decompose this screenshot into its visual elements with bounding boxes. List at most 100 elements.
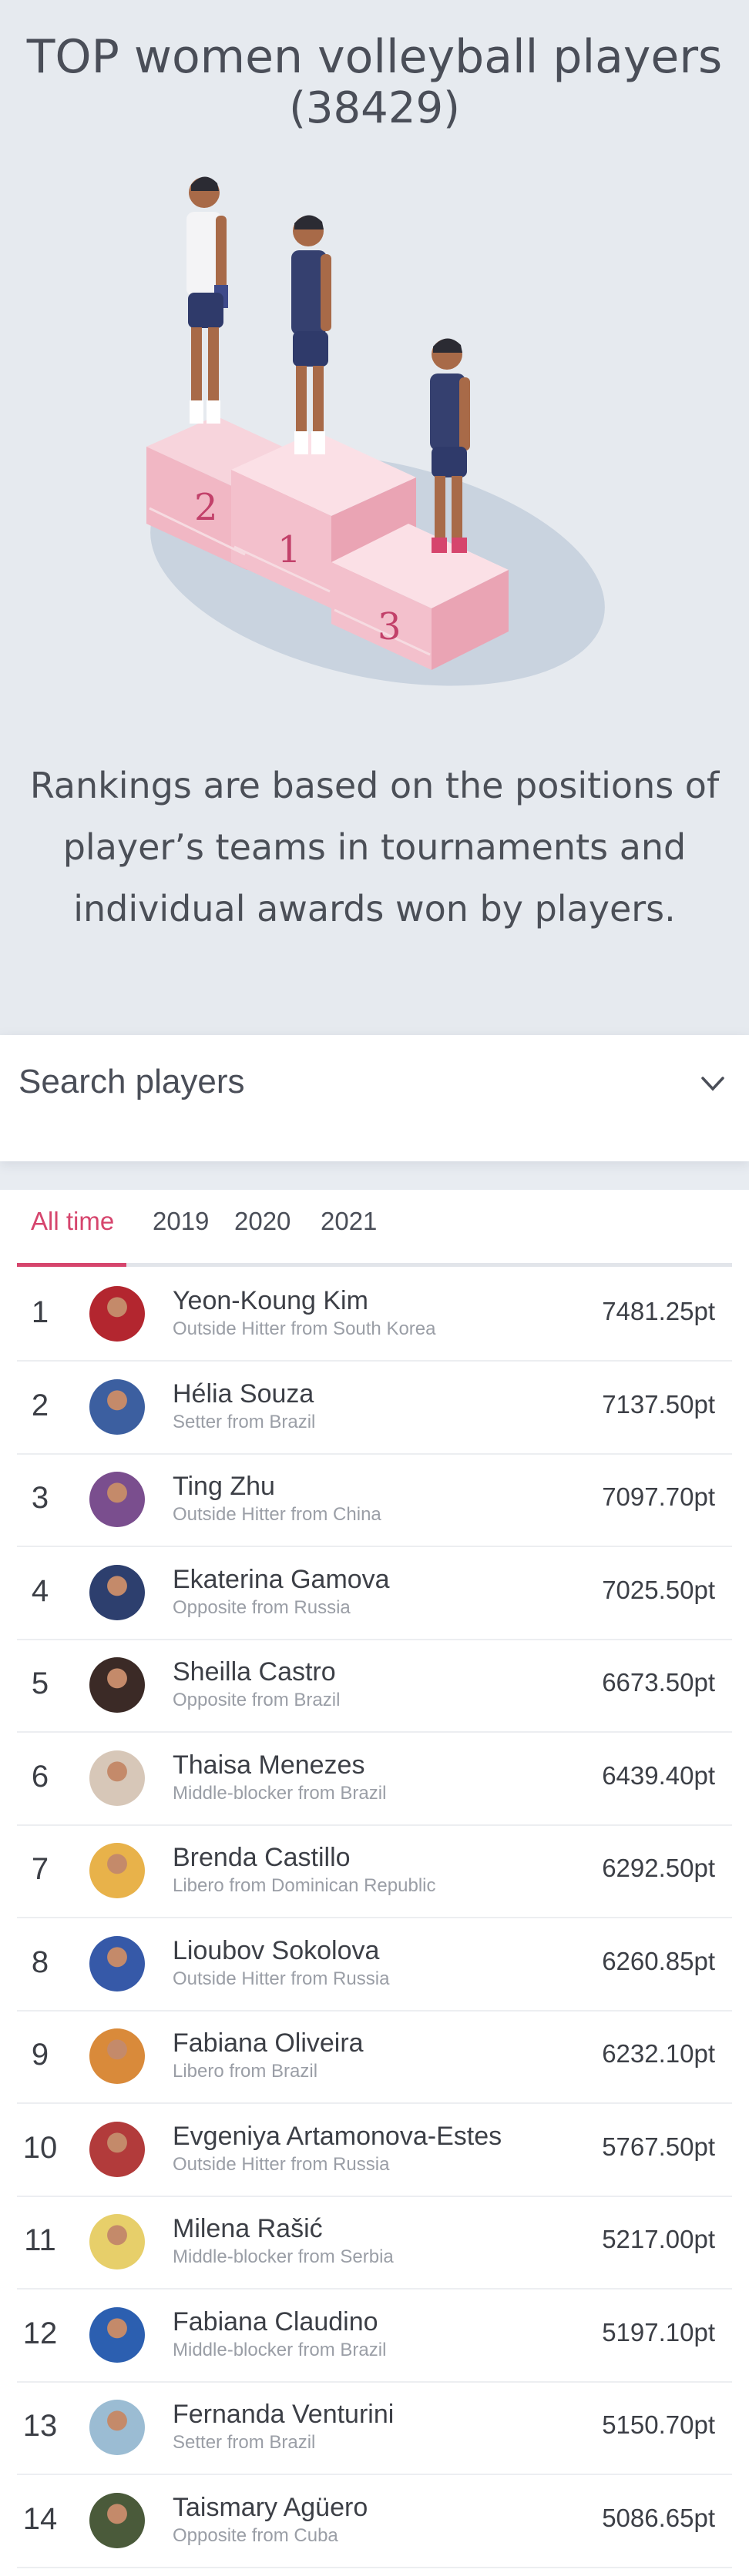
- player-row[interactable]: 11 Milena Rašić Middle-blocker from Serbia…: [17, 2196, 732, 2290]
- player-points: 7481.25pt: [602, 1297, 715, 1325]
- player-name[interactable]: Milena Rašić: [173, 2214, 323, 2244]
- player-points: 6232.10pt: [602, 2039, 715, 2068]
- player-name[interactable]: Ekaterina Gamova: [173, 1565, 390, 1595]
- player-avatar: [89, 1843, 145, 1898]
- player-row[interactable]: 7 Brenda Castillo Libero from Dominican Re…: [17, 1824, 732, 1918]
- player-rank: 2: [31, 1388, 49, 1422]
- player-avatar: [89, 2028, 145, 2084]
- player-name[interactable]: Ting Zhu: [173, 1472, 275, 1502]
- player-avatar: [89, 2492, 145, 2548]
- player-position-country: Setter from Brazil: [173, 2432, 316, 2453]
- player-row[interactable]: 13 Fernanda Venturini Setter from Brazil 51…: [17, 2381, 732, 2475]
- player-name[interactable]: Fabiana Claudino: [173, 2307, 378, 2337]
- player-rank: 1: [31, 1295, 49, 1329]
- page-title-text: TOP women volleyball players: [26, 30, 723, 84]
- player-row[interactable]: 9 Fabiana Oliveira Libero from Brazil 6232.…: [17, 2010, 732, 2104]
- player-name[interactable]: Yeon-Koung Kim: [173, 1286, 368, 1316]
- player-position-country: Middle-blocker from Brazil: [173, 2339, 387, 2360]
- player-points: 6292.50pt: [602, 1854, 715, 1882]
- player-position-country: Outside Hitter from South Korea: [173, 1318, 436, 1339]
- player-avatar: [89, 1378, 145, 1435]
- player-avatar: [89, 1286, 145, 1342]
- player-name[interactable]: Fernanda Venturini: [173, 2400, 394, 2430]
- player-rank: 10: [22, 2130, 58, 2165]
- player-avatar: [89, 1472, 145, 1527]
- player-figure-first: [291, 215, 331, 454]
- player-name[interactable]: Evgeniya Artamonova-Estes: [173, 2122, 502, 2152]
- player-position-country: Middle-blocker from Serbia: [173, 2246, 394, 2267]
- player-rank: 9: [31, 2038, 49, 2072]
- player-name[interactable]: Lioubov Sokolova: [173, 1936, 379, 1966]
- player-position-country: Libero from Brazil: [173, 2061, 318, 2082]
- player-position-country: Libero from Dominican Republic: [173, 1875, 436, 1896]
- player-points: 7137.50pt: [602, 1389, 715, 1419]
- tab-2019[interactable]: 2019: [153, 1207, 209, 1236]
- player-position-country: Outside Hitter from Russia: [173, 2153, 390, 2175]
- player-position-country: Outside Hitter from Russia: [173, 1968, 390, 1989]
- player-avatar: [89, 1564, 145, 1620]
- player-row[interactable]: 5 Sheilla Castro Opposite from Brazil 6673.…: [17, 1639, 732, 1733]
- player-count: (38429): [289, 83, 460, 133]
- player-points: 7097.70pt: [602, 1482, 715, 1511]
- tab-2020[interactable]: 2020: [234, 1207, 291, 1236]
- player-avatar: [89, 1657, 145, 1713]
- player-points: 5197.10pt: [602, 2317, 715, 2347]
- player-position-country: Outside Hitter from China: [173, 1504, 381, 1525]
- player-row[interactable]: 1 Yeon-Koung Kim Outside Hitter from South…: [17, 1268, 732, 1362]
- player-position-country: Middle-blocker from Brazil: [173, 1782, 387, 1804]
- player-rank: 8: [31, 1945, 49, 1979]
- player-avatar: [89, 1750, 145, 1806]
- tab-2021[interactable]: 2021: [321, 1207, 377, 1236]
- player-avatar: [89, 1935, 145, 1991]
- player-name[interactable]: Taismary Agüero: [173, 2493, 368, 2523]
- player-position-country: Setter from Brazil: [173, 1411, 316, 1432]
- player-name[interactable]: Thaisa Menezes: [173, 1750, 364, 1780]
- player-rank: 5: [31, 1667, 49, 1700]
- chevron-down-icon: [701, 1077, 724, 1091]
- search-label: Search players: [18, 1063, 245, 1100]
- player-rank: 12: [22, 2316, 58, 2350]
- ranking-description: Rankings are based on the positions of p…: [29, 765, 720, 930]
- player-rank: 7: [31, 1852, 49, 1886]
- player-points: 7025.50pt: [602, 1575, 715, 1604]
- player-avatar: [89, 2214, 145, 2269]
- player-points: 6439.40pt: [602, 1760, 715, 1790]
- player-row[interactable]: 8 Lioubov Sokolova Outside Hitter from Rus…: [17, 1918, 732, 2012]
- player-points: 5217.00pt: [602, 2225, 715, 2253]
- page-title: TOP women volleyball players (38429): [0, 29, 749, 132]
- player-row[interactable]: 10 Evgeniya Artamonova-Estes Outside Hitte…: [17, 2103, 732, 2197]
- player-rank: 11: [24, 2223, 56, 2257]
- player-rank: 13: [22, 2409, 58, 2443]
- player-name[interactable]: Sheilla Castro: [173, 1657, 336, 1687]
- player-row[interactable]: 4 Ekaterina Gamova Opposite from Russia 702…: [17, 1546, 732, 1640]
- player-row[interactable]: 12 Fabiana Claudino Middle-blocker from Br…: [17, 2289, 732, 2383]
- player-position-country: Opposite from Brazil: [173, 1690, 341, 1710]
- player-points: 6673.50pt: [602, 1668, 715, 1697]
- hero-section: TOP women volleyball players (38429) 2 1…: [0, 0, 749, 1035]
- player-rank: 3: [31, 1481, 49, 1515]
- player-figure-second: [186, 176, 228, 424]
- player-points: 6260.85pt: [602, 1946, 715, 1975]
- player-rank: 6: [31, 1759, 49, 1794]
- player-position-country: Opposite from Cuba: [173, 2524, 338, 2546]
- player-name[interactable]: Brenda Castillo: [173, 1843, 351, 1873]
- player-row[interactable]: 14 Taismary Agüero Opposite from Cuba 5086.…: [17, 2474, 732, 2568]
- player-name[interactable]: Hélia Souza: [173, 1379, 314, 1409]
- player-points: 5086.65pt: [602, 2503, 715, 2532]
- search-players-dropdown[interactable]: Search players: [0, 1035, 749, 1161]
- player-avatar: [89, 2306, 145, 2363]
- podium-illustration: 2 1 3: [146, 176, 605, 686]
- player-avatar: [89, 2400, 145, 2455]
- active-tab-indicator: [17, 1263, 126, 1267]
- period-tabs: All time 2019 2020 2021: [17, 1190, 732, 1267]
- player-row[interactable]: 6 Thaisa Menezes Middle-blocker from Brazi…: [17, 1732, 732, 1826]
- rankings-list: All time 2019 2020 2021 1 Yeon-Koung Kim O…: [0, 1190, 749, 2576]
- player-row[interactable]: 2 Hélia Souza Setter from Brazil 7137.50pt: [17, 1361, 732, 1455]
- player-row[interactable]: 3 Ting Zhu Outside Hitter from China 7097.7…: [17, 1453, 732, 1547]
- player-name[interactable]: Fabiana Oliveira: [173, 2028, 364, 2058]
- player-points: 5150.70pt: [602, 2410, 715, 2439]
- player-avatar: [89, 2121, 145, 2177]
- tab-all-time[interactable]: All time: [31, 1207, 114, 1236]
- podium-label-2: 2: [194, 486, 218, 529]
- player-points: 5767.50pt: [602, 2132, 715, 2161]
